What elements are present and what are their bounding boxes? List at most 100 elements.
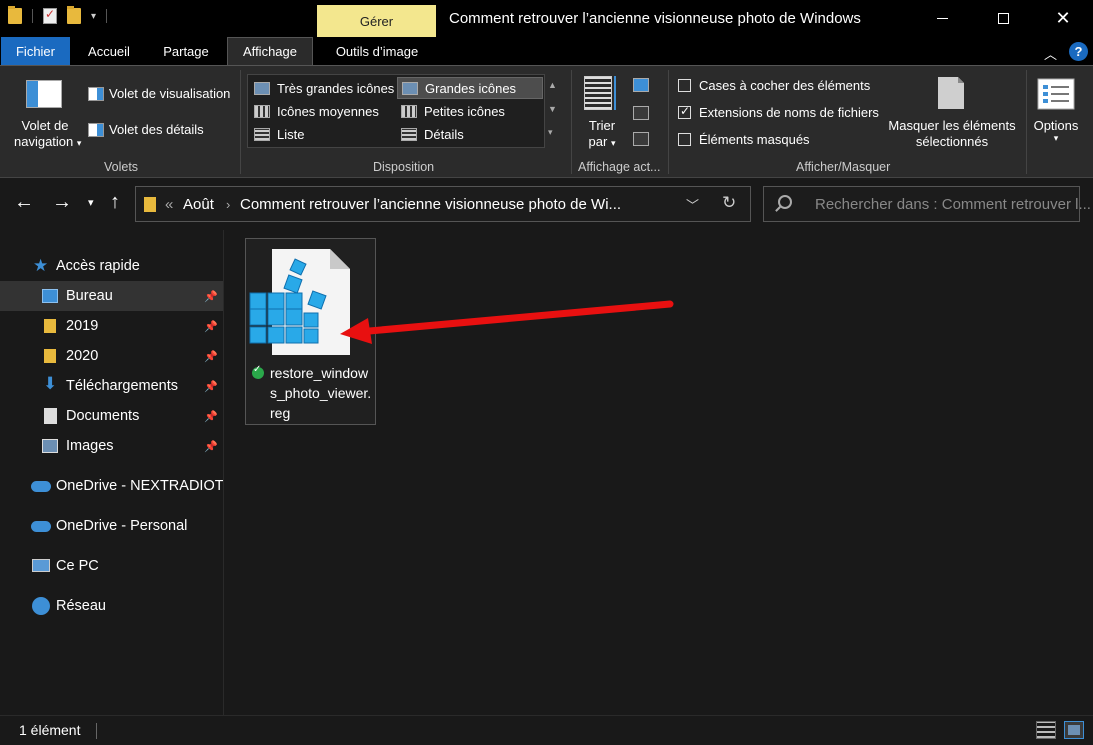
navigation-pane-button[interactable]: Volet de navigation ▾ — [14, 118, 81, 149]
navigation-pane: ★ Accès rapide Bureau 📌 2019 📌 2020 📌 ⬇ … — [0, 230, 224, 715]
properties-icon[interactable] — [43, 7, 57, 24]
layout-label: Détails — [424, 126, 464, 142]
small-icons-icon — [401, 104, 417, 118]
new-folder-icon[interactable] — [67, 6, 81, 24]
item-checkboxes-label[interactable]: Cases à cocher des éléments — [699, 78, 870, 93]
forward-button[interactable]: → — [52, 191, 72, 214]
sidebar-item-onedrive-nextradiot[interactable]: OneDrive - NEXTRADIOT — [0, 471, 224, 501]
layout-small-icons[interactable]: Petites icônes — [397, 100, 543, 122]
up-button[interactable]: ↑ — [110, 191, 120, 214]
close-button[interactable]: ✕ — [1040, 0, 1086, 37]
sidebar-item-documents[interactable]: Documents 📌 — [0, 401, 223, 431]
medium-icons-icon — [254, 104, 270, 118]
gallery-scroll-down-icon[interactable]: ▼ — [548, 104, 557, 114]
sidebar-item-2019[interactable]: 2019 📌 — [0, 311, 223, 341]
maximize-button[interactable] — [980, 0, 1026, 37]
collapse-ribbon-icon[interactable]: ︿ — [1044, 44, 1057, 63]
folder-icon — [8, 6, 22, 24]
customize-dropdown-icon[interactable]: ▾ — [91, 11, 96, 22]
add-columns-icon[interactable] — [633, 106, 649, 120]
hidden-items-checkbox[interactable] — [678, 133, 691, 146]
sort-label-2: par ▾ — [582, 134, 622, 149]
layout-large-icons[interactable]: Grandes icônes — [397, 77, 543, 99]
navigation-pane-icon[interactable] — [26, 80, 62, 108]
file-extensions-label[interactable]: Extensions de noms de fichiers — [699, 105, 879, 120]
breadcrumb-current[interactable]: Comment retrouver l’ancienne visionneuse… — [240, 196, 621, 213]
layout-label: Petites icônes — [424, 103, 505, 119]
options-icon[interactable] — [1037, 78, 1075, 110]
divider — [240, 70, 241, 174]
minimize-button[interactable] — [919, 0, 965, 37]
breadcrumb-overflow[interactable]: « — [165, 196, 173, 213]
sidebar-item-2020[interactable]: 2020 📌 — [0, 341, 223, 371]
pin-icon[interactable]: 📌 — [204, 410, 218, 423]
network-icon — [32, 597, 50, 615]
sidebar-item-images[interactable]: Images 📌 — [0, 431, 223, 461]
sidebar-item-label: Téléchargements — [66, 378, 179, 394]
sidebar-item-onedrive-personal[interactable]: OneDrive - Personal — [0, 511, 223, 541]
tab-gerer[interactable]: Gérer — [317, 5, 436, 37]
search-input[interactable]: Rechercher dans : Comment retrouver l... — [815, 196, 1091, 213]
pin-icon[interactable]: 📌 — [204, 380, 218, 393]
layout-medium-icons[interactable]: Icônes moyennes — [250, 100, 396, 122]
address-bar[interactable]: « Août › Comment retrouver l’ancienne vi… — [135, 186, 751, 222]
annotation-arrow — [340, 300, 674, 344]
gallery-expand-icon[interactable]: ▾ — [548, 127, 553, 138]
help-icon[interactable]: ? — [1069, 42, 1088, 61]
breadcrumb-separator-icon[interactable]: › — [226, 197, 230, 212]
sort-by-button[interactable]: Trier par ▾ — [582, 118, 622, 149]
folder-icon — [144, 197, 156, 212]
tab-partage[interactable]: Partage — [150, 37, 222, 65]
refresh-icon[interactable]: ↻ — [722, 193, 736, 213]
pin-icon[interactable]: 📌 — [204, 320, 218, 333]
search-box[interactable]: Rechercher dans : Comment retrouver l... — [763, 186, 1091, 222]
navigation-bar: ← → ▾ ↑ « Août › Comment retrouver l’anc… — [0, 178, 1093, 230]
title-bar: ▾ Gérer Comment retrouver l’ancienne vis… — [0, 0, 1093, 37]
item-checkboxes-checkbox[interactable] — [678, 79, 691, 92]
sidebar-item-label: 2019 — [66, 318, 99, 334]
file-extensions-checkbox[interactable] — [678, 104, 691, 119]
layout-list[interactable]: Liste — [250, 123, 396, 145]
tab-outils-image[interactable]: Outils d’image — [318, 37, 436, 65]
breadcrumb-aout[interactable]: Août — [183, 196, 214, 213]
layout-extra-large-icons[interactable]: Très grandes icônes — [250, 77, 396, 99]
group-label-disposition: Disposition — [373, 160, 435, 174]
sidebar-item-label: Images — [66, 438, 114, 454]
desktop-icon — [42, 289, 58, 303]
preview-pane-button[interactable]: Volet de visualisation — [109, 86, 230, 101]
back-button[interactable]: ← — [14, 191, 34, 214]
tab-accueil[interactable]: Accueil — [70, 37, 148, 65]
sidebar-item-reseau[interactable]: Réseau — [0, 591, 223, 621]
address-history-dropdown[interactable]: ﹀ — [686, 195, 699, 214]
options-button[interactable]: Options ▾ — [1030, 118, 1082, 144]
chevron-down-icon: ▾ — [76, 138, 82, 148]
maximize-icon — [997, 13, 1009, 24]
details-pane-button[interactable]: Volet des détails — [109, 122, 204, 137]
sort-icon[interactable] — [584, 76, 612, 110]
sidebar-item-bureau[interactable]: Bureau 📌 — [0, 281, 223, 311]
pin-icon[interactable]: 📌 — [204, 440, 218, 453]
group-by-icon[interactable] — [633, 78, 649, 92]
window-title: Comment retrouver l’ancienne visionneuse… — [449, 10, 861, 27]
divider — [1026, 70, 1027, 174]
sidebar-item-telechargements[interactable]: ⬇ Téléchargements 📌 — [0, 371, 223, 401]
ribbon: Volet de navigation ▾ Volet de visualisa… — [0, 65, 1093, 178]
pin-icon[interactable]: 📌 — [204, 290, 218, 303]
recent-locations-dropdown[interactable]: ▾ — [88, 196, 94, 209]
layout-details[interactable]: Détails — [397, 123, 543, 145]
gallery-scroll-up-icon[interactable]: ▲ — [548, 80, 557, 90]
hide-selected-button[interactable]: Masquer les éléments sélectionnés — [882, 118, 1022, 149]
large-icons-view-button[interactable] — [1064, 721, 1084, 739]
sidebar-item-label: Ce PC — [56, 558, 99, 574]
tab-fichier[interactable]: Fichier — [1, 37, 70, 65]
layout-label: Grandes icônes — [425, 80, 517, 96]
details-view-button[interactable] — [1036, 721, 1056, 739]
pin-icon[interactable]: 📌 — [204, 350, 218, 363]
size-columns-icon[interactable] — [633, 132, 649, 146]
hidden-items-label[interactable]: Éléments masqués — [699, 132, 810, 147]
folder-icon — [44, 349, 56, 363]
tab-affichage[interactable]: Affichage — [227, 37, 313, 65]
onedrive-icon — [31, 481, 51, 492]
sidebar-item-acces-rapide[interactable]: ★ Accès rapide — [0, 251, 223, 281]
sidebar-item-ce-pc[interactable]: Ce PC — [0, 551, 223, 581]
